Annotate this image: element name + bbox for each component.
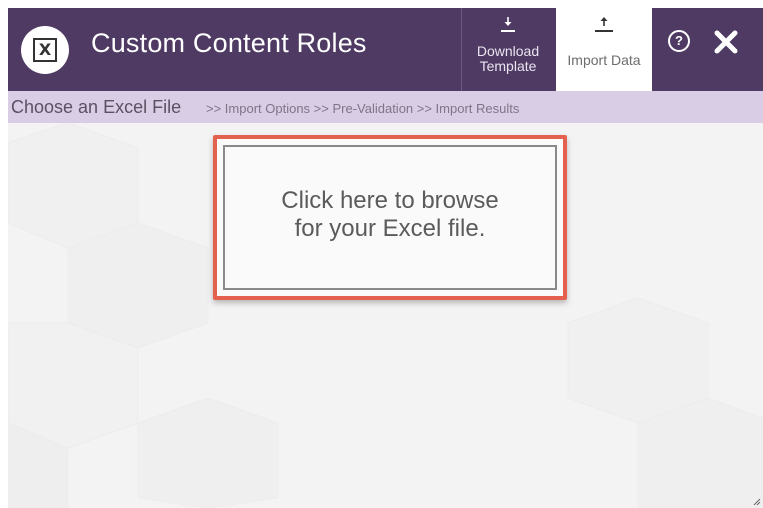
download-template-label: Download Template — [476, 43, 540, 74]
browse-highlight-outline: Click here to browse for your Excel file… — [213, 135, 567, 300]
dialog-header: X Custom Content Roles Download Template — [8, 8, 763, 91]
breadcrumb-current-step: Choose an Excel File — [11, 97, 182, 117]
upload-icon — [556, 16, 652, 34]
excel-logo-icon: X — [21, 26, 69, 74]
dropzone-text-line1: Click here to browse — [281, 187, 499, 214]
download-icon — [462, 16, 554, 34]
breadcrumb-next-steps: >> Import Options >> Pre-Validation >> I… — [206, 101, 520, 116]
dropzone-text-line2: for your Excel file. — [294, 215, 486, 242]
breadcrumb: Choose an Excel File >> Import Options >… — [8, 91, 763, 123]
close-icon[interactable] — [711, 24, 741, 58]
import-data-label: Import Data — [567, 52, 641, 68]
browse-excel-file-dropzone[interactable]: Click here to browse for your Excel file… — [223, 145, 557, 290]
dialog-title: Custom Content Roles — [91, 28, 367, 58]
download-template-button[interactable]: Download Template — [461, 8, 554, 91]
help-icon[interactable]: ? — [668, 30, 690, 52]
import-dialog: X Custom Content Roles Download Template — [8, 8, 763, 508]
resize-grip-icon[interactable] — [753, 498, 761, 506]
import-data-button[interactable]: Import Data — [556, 8, 652, 91]
